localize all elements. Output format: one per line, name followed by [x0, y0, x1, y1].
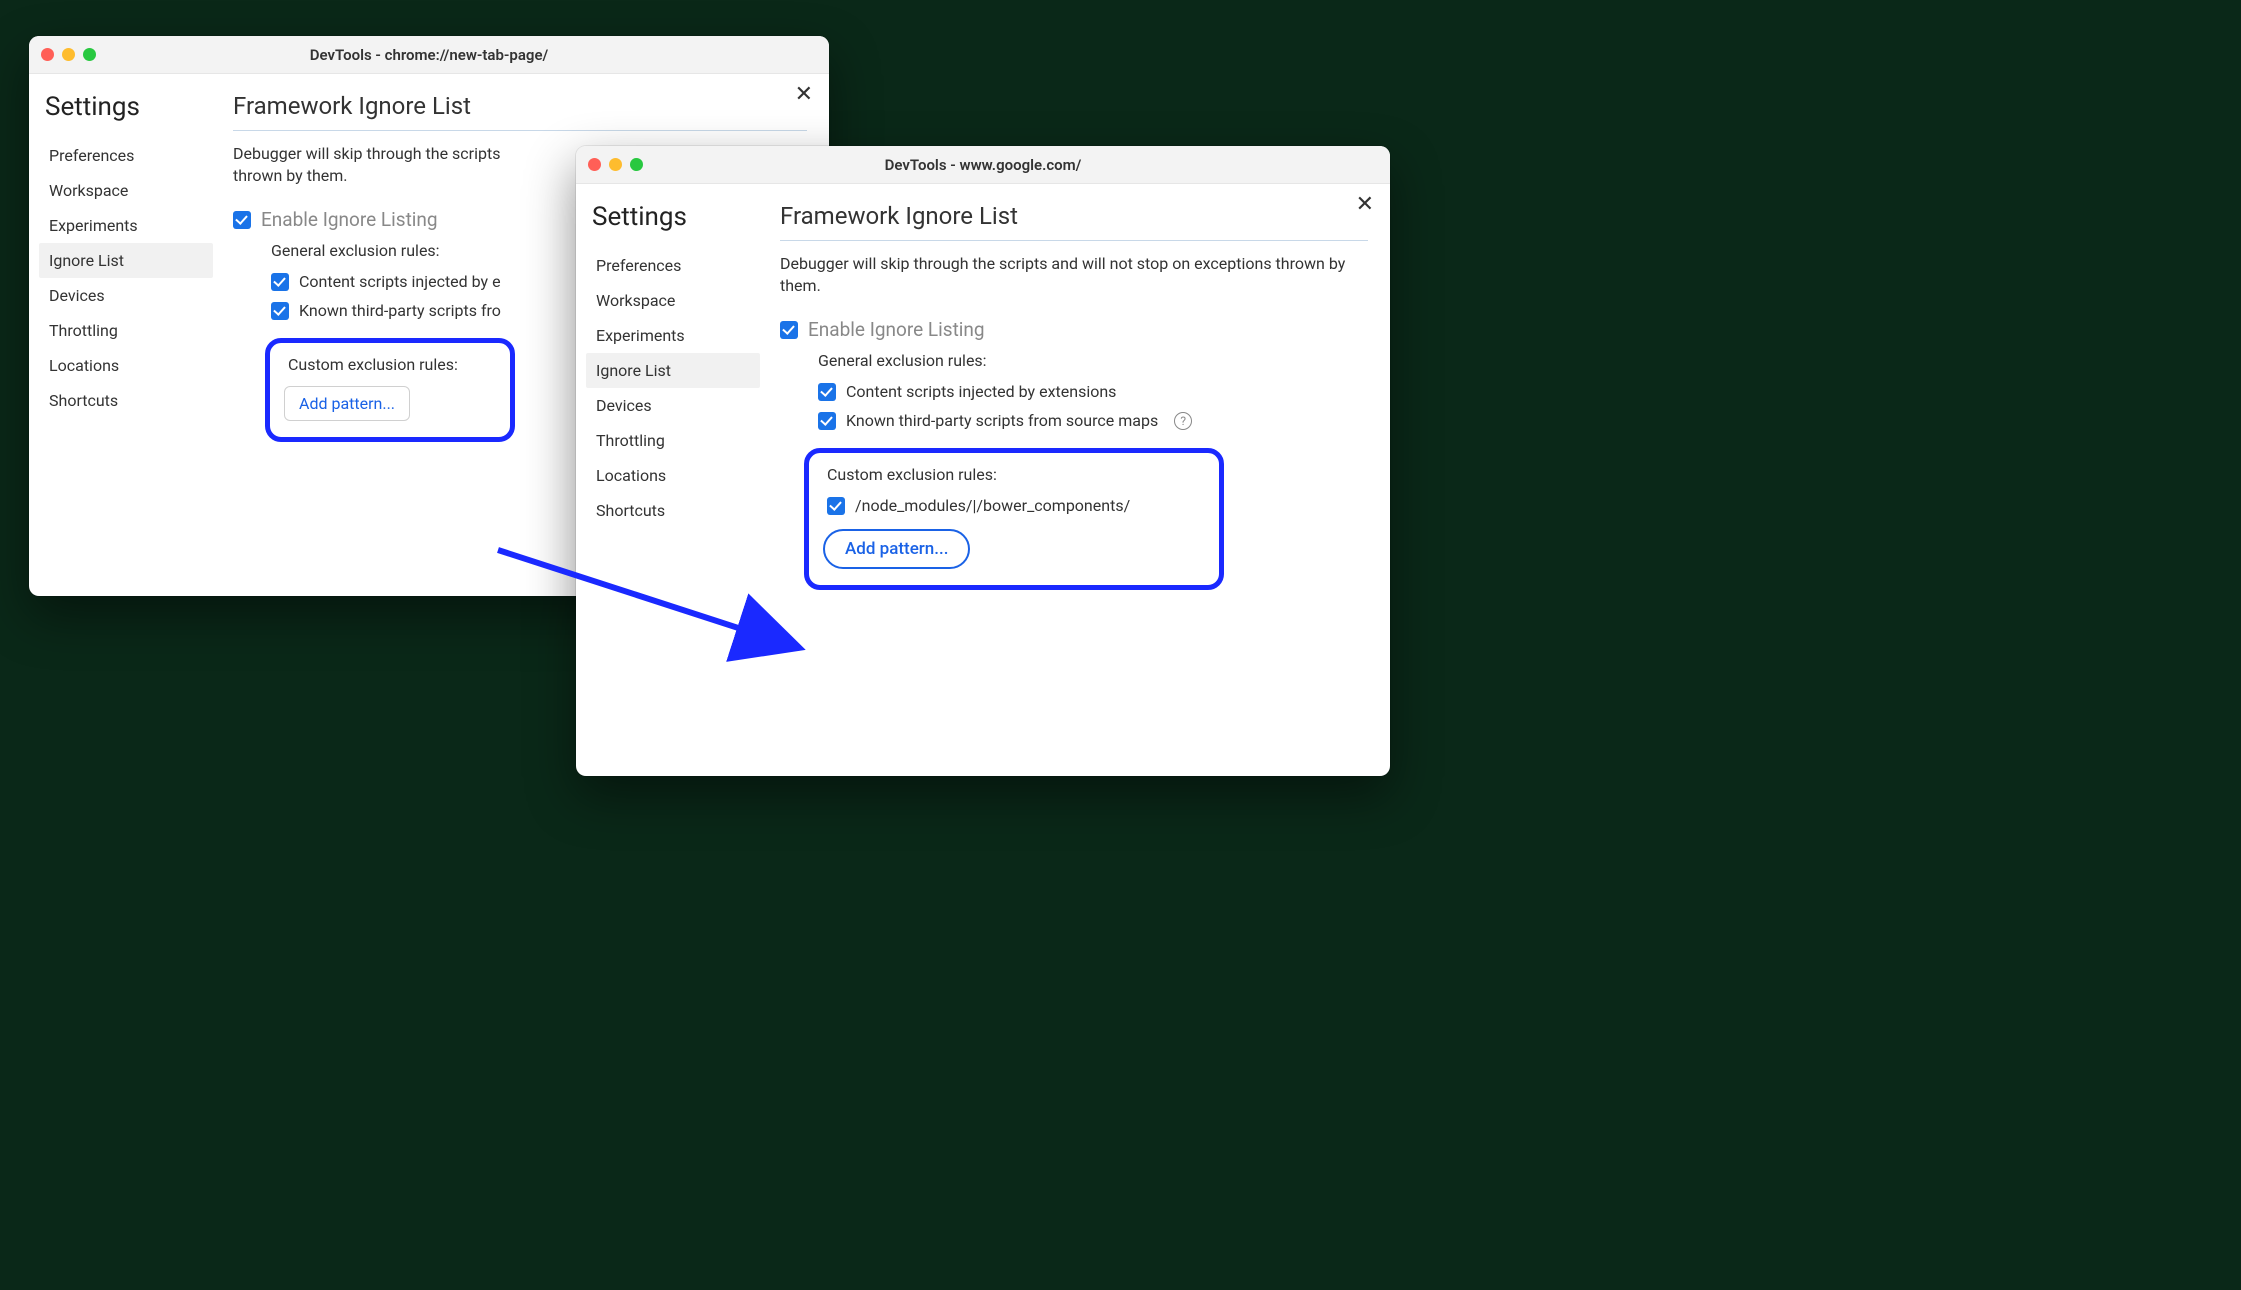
settings-heading: Settings	[592, 202, 754, 232]
general-exclusion-header: General exclusion rules:	[818, 351, 1368, 370]
sidebar-item-devices[interactable]: Devices	[39, 278, 213, 313]
settings-heading: Settings	[45, 92, 207, 122]
add-pattern-button[interactable]: Add pattern...	[823, 529, 970, 569]
window-title: DevTools - www.google.com/	[576, 156, 1390, 174]
minimize-dot-icon[interactable]	[62, 48, 75, 61]
custom-exclusion-header: Custom exclusion rules:	[827, 465, 1205, 484]
custom-pattern-checkbox[interactable]	[827, 497, 845, 515]
custom-exclusion-highlight: Custom exclusion rules: /node_modules/|/…	[804, 448, 1224, 590]
close-icon[interactable]: ✕	[795, 84, 813, 106]
sidebar-item-throttling[interactable]: Throttling	[39, 313, 213, 348]
zoom-dot-icon[interactable]	[630, 158, 643, 171]
help-icon[interactable]: ?	[1174, 412, 1192, 430]
close-dot-icon[interactable]	[588, 158, 601, 171]
content-scripts-label: Content scripts injected by extensions	[846, 382, 1116, 401]
custom-pattern-text: /node_modules/|/bower_components/	[855, 496, 1130, 515]
sidebar-item-ignore-list[interactable]: Ignore List	[586, 353, 760, 388]
titlebar[interactable]: DevTools - chrome://new-tab-page/	[29, 36, 829, 74]
sidebar-item-throttling[interactable]: Throttling	[586, 423, 760, 458]
sidebar-item-locations[interactable]: Locations	[586, 458, 760, 493]
divider	[233, 130, 807, 131]
content-scripts-label: Content scripts injected by e	[299, 272, 501, 291]
sidebar-item-shortcuts[interactable]: Shortcuts	[586, 493, 760, 528]
add-pattern-button[interactable]: Add pattern...	[284, 386, 410, 421]
enable-ignore-listing-label: Enable Ignore Listing	[261, 208, 438, 231]
sidebar-item-preferences[interactable]: Preferences	[39, 138, 213, 173]
settings-sidebar: Settings Preferences Workspace Experimen…	[29, 74, 219, 596]
sidebar-item-shortcuts[interactable]: Shortcuts	[39, 383, 213, 418]
custom-exclusion-highlight: Custom exclusion rules: Add pattern...	[265, 338, 515, 442]
sidebar-item-preferences[interactable]: Preferences	[586, 248, 760, 283]
close-icon[interactable]: ✕	[1356, 194, 1374, 216]
custom-exclusion-header: Custom exclusion rules:	[288, 355, 496, 374]
sidebar-item-locations[interactable]: Locations	[39, 348, 213, 383]
known-thirdparty-checkbox[interactable]	[818, 412, 836, 430]
known-thirdparty-row: Known third-party scripts from source ma…	[818, 411, 1368, 430]
known-thirdparty-checkbox[interactable]	[271, 302, 289, 320]
traffic-lights	[41, 48, 96, 61]
page-title: Framework Ignore List	[780, 202, 1368, 230]
custom-pattern-row: /node_modules/|/bower_components/	[827, 496, 1205, 515]
content-scripts-checkbox[interactable]	[271, 273, 289, 291]
minimize-dot-icon[interactable]	[609, 158, 622, 171]
divider	[780, 240, 1368, 241]
content-scripts-checkbox[interactable]	[818, 383, 836, 401]
settings-content: Framework Ignore List Debugger will skip…	[766, 184, 1390, 776]
close-dot-icon[interactable]	[41, 48, 54, 61]
settings-sidebar: Settings Preferences Workspace Experimen…	[576, 184, 766, 776]
sidebar-item-experiments[interactable]: Experiments	[39, 208, 213, 243]
sidebar-item-workspace[interactable]: Workspace	[586, 283, 760, 318]
sidebar-item-devices[interactable]: Devices	[586, 388, 760, 423]
sidebar-item-workspace[interactable]: Workspace	[39, 173, 213, 208]
enable-ignore-listing-label: Enable Ignore Listing	[808, 318, 985, 341]
titlebar[interactable]: DevTools - www.google.com/	[576, 146, 1390, 184]
window-title: DevTools - chrome://new-tab-page/	[29, 46, 829, 64]
zoom-dot-icon[interactable]	[83, 48, 96, 61]
content-scripts-row: Content scripts injected by extensions	[818, 382, 1368, 401]
traffic-lights	[588, 158, 643, 171]
enable-ignore-listing-checkbox[interactable]	[233, 211, 251, 229]
known-thirdparty-label: Known third-party scripts fro	[299, 301, 501, 320]
sidebar-item-experiments[interactable]: Experiments	[586, 318, 760, 353]
description-text: Debugger will skip through the scripts a…	[780, 253, 1368, 296]
known-thirdparty-label: Known third-party scripts from source ma…	[846, 411, 1158, 430]
enable-ignore-listing-checkbox[interactable]	[780, 321, 798, 339]
sidebar-item-ignore-list[interactable]: Ignore List	[39, 243, 213, 278]
page-title: Framework Ignore List	[233, 92, 807, 120]
enable-ignore-listing-row: Enable Ignore Listing	[780, 318, 1368, 341]
devtools-window-b: DevTools - www.google.com/ ✕ Settings Pr…	[576, 146, 1390, 776]
